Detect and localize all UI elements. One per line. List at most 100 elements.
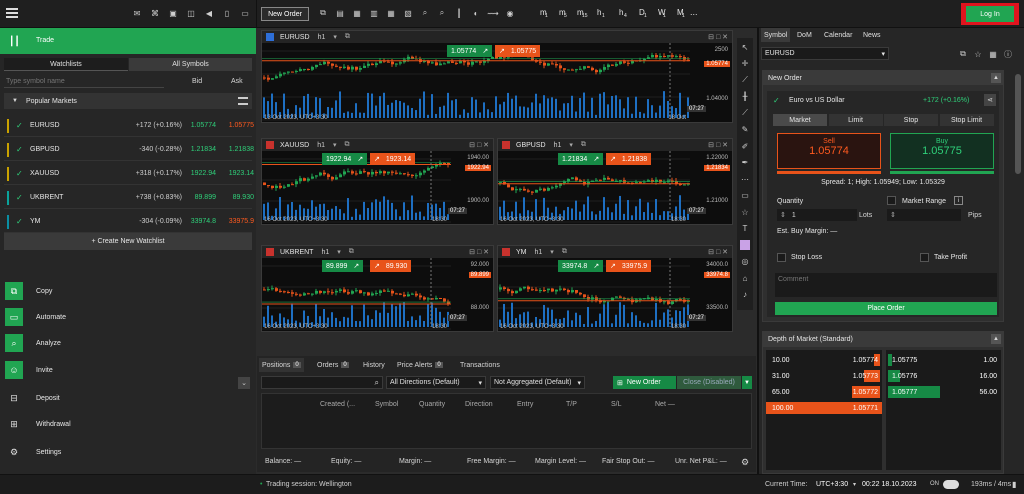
menu-item-automate[interactable]: ▭ Automate <box>0 304 256 330</box>
menu-item-settings[interactable]: ⚙ Settings <box>0 439 256 465</box>
close-dropdown-icon[interactable]: ▼ <box>742 376 752 389</box>
trade-tab[interactable]: ┃┃ Trade <box>0 28 256 54</box>
period-dropdown-icon[interactable]: ▾ <box>337 248 341 256</box>
zoom-out-icon[interactable]: ⌕ <box>437 8 447 18</box>
grid-4-icon[interactable]: ▧ <box>403 8 413 18</box>
row-bid[interactable]: 1922.94 <box>186 170 216 177</box>
tab-positions[interactable]: Positions 0 <box>259 358 304 372</box>
dom-sell-row[interactable]: 65.00 1.05772 <box>766 386 882 398</box>
menu-item-invite[interactable]: ☺ Invite <box>0 357 256 383</box>
info-icon[interactable]: ⓘ <box>1003 49 1013 59</box>
fib-icon[interactable]: ⋯ <box>740 174 750 184</box>
order-type-market[interactable]: Market <box>773 114 827 126</box>
column-header[interactable]: Entry <box>517 401 533 408</box>
menu-icon[interactable] <box>6 8 18 18</box>
chart-buy-button[interactable]: ↗ 1.21838 <box>606 153 652 165</box>
ruler-icon[interactable]: ╂ <box>740 92 750 102</box>
column-header[interactable]: Symbol <box>375 401 398 408</box>
timeframe-button[interactable]: h <box>619 8 623 17</box>
column-header[interactable]: Created (... <box>320 401 355 408</box>
chart-settings-icon[interactable]: ⧉ <box>345 33 350 41</box>
chart-sell-button[interactable]: 33974.8 ↗ <box>558 260 604 272</box>
timeframe-button[interactable]: h <box>597 8 601 17</box>
watchlist-row[interactable]: ✓ GBPUSD -340 (-0.28%) 1.21834 1.21838 <box>4 139 254 161</box>
tab-watchlists[interactable]: Watchlists <box>4 58 128 71</box>
chart-symbol[interactable]: XAUUSD <box>280 142 309 149</box>
tab-news[interactable]: News <box>860 28 884 42</box>
phone-icon[interactable]: ▯ <box>222 8 232 18</box>
row-bid[interactable]: 89.899 <box>186 194 216 201</box>
tab-orders[interactable]: Orders 0 <box>314 358 352 372</box>
alert-bell-icon[interactable]: ♪ <box>740 290 750 300</box>
chart-period[interactable]: h1 <box>321 249 329 256</box>
chart-symbol[interactable]: UKBRENT <box>280 249 313 256</box>
column-header[interactable]: T/P <box>566 401 577 408</box>
chart-window-controls-icon[interactable]: ⊟ □ ✕ <box>469 248 489 256</box>
line-icon[interactable]: ⟋ <box>740 108 750 118</box>
chart-buy-button[interactable]: ↗ 33975.9 <box>606 260 652 272</box>
share-icon[interactable]: ⋖ <box>984 94 996 106</box>
grid-layout-icon[interactable]: ▦ <box>352 8 362 18</box>
market-range-stepper[interactable]: ⇕ <box>887 209 961 221</box>
scrollbar[interactable] <box>1015 74 1021 174</box>
chart-buy-button[interactable]: ↗ 1923.14 <box>370 153 416 165</box>
positions-search-input[interactable]: ⌕ <box>261 376 383 389</box>
watchlist-row[interactable]: ✓ YM -304 (-0.09%) 33974.8 33975.9 <box>4 211 254 233</box>
row-ask[interactable]: 33975.9 <box>224 218 254 225</box>
order-type-limit[interactable]: Limit <box>828 114 883 126</box>
settings-gear-icon[interactable]: ⚙ <box>741 457 749 468</box>
market-range-info-icon[interactable]: i <box>954 196 963 205</box>
collapse-icon[interactable]: ▲ <box>991 73 1001 83</box>
chart-sell-button[interactable]: 1922.94 ↗ <box>322 153 368 165</box>
fullscreen-icon[interactable]: ▭ <box>240 8 250 18</box>
brush-icon[interactable]: ✐ <box>740 141 750 151</box>
chart-window-controls-icon[interactable]: ⊟ □ ✕ <box>708 248 728 256</box>
pointer-icon[interactable]: ↖ <box>740 42 750 52</box>
magnet-icon[interactable]: ◎ <box>740 257 750 267</box>
chart-settings-icon[interactable]: ⧉ <box>345 141 350 149</box>
zoom-in-icon[interactable]: ⌕ <box>420 8 430 18</box>
column-header[interactable]: Direction <box>465 401 493 408</box>
row-ask[interactable]: 89.930 <box>224 194 254 201</box>
aggregation-select[interactable]: Not Aggregated (Default) ▾ <box>490 376 585 389</box>
trendline-icon[interactable]: ⟋ <box>740 75 750 85</box>
create-watchlist-button[interactable]: + Create New Watchlist <box>4 233 252 250</box>
chart-buy-button[interactable]: ↗ 89.930 <box>370 260 412 272</box>
directions-select[interactable]: All Directions (Default) ▾ <box>386 376 486 389</box>
order-type-stop-limit[interactable]: Stop Limit <box>939 114 994 126</box>
grid-3-icon[interactable]: ▦ <box>386 8 396 18</box>
mail-icon[interactable]: ✉ <box>132 8 142 18</box>
star-icon[interactable]: ☆ <box>740 207 750 217</box>
login-button[interactable]: Log In <box>966 6 1014 22</box>
chart-settings-icon[interactable]: ⧉ <box>581 141 586 149</box>
buy-button[interactable]: Buy 1.05775 <box>890 133 994 169</box>
timezone-select[interactable]: UTC+3:30 <box>816 481 848 488</box>
dom-buy-row[interactable]: 1.05776 16.00 <box>886 370 1001 382</box>
column-header[interactable]: Net — <box>655 401 675 408</box>
watchlist-row[interactable]: ✓ XAUUSD +318 (+0.17%) 1922.94 1923.14 <box>4 163 254 185</box>
timeframe-icon[interactable]: ⟿ <box>487 8 498 18</box>
chart-xauusd[interactable]: XAUUSD h1 ▾ ⧉ ⊟ □ ✕ 1922.94 ↗ ↗ 1923.14 19… <box>261 138 494 225</box>
stop-loss-checkbox[interactable] <box>777 253 786 262</box>
collapse-icon[interactable]: ▲ <box>991 334 1001 344</box>
menu-item-analyze[interactable]: ⌕ Analyze <box>0 330 256 356</box>
toggle-switch[interactable] <box>943 480 959 489</box>
period-dropdown-icon[interactable]: ▾ <box>550 248 554 256</box>
text-icon[interactable]: T <box>740 224 750 234</box>
color-swatch-icon[interactable] <box>740 240 750 250</box>
grid-2-icon[interactable]: ▥ <box>369 8 379 18</box>
dom-buy-row[interactable]: 1.05777 56.00 <box>886 386 1001 398</box>
chart-symbol[interactable]: GBPUSD <box>516 142 546 149</box>
chart-symbol[interactable]: EURUSD <box>280 34 310 41</box>
tab-all-symbols[interactable]: All Symbols <box>129 58 252 71</box>
tab-price-alerts[interactable]: Price Alerts 0 <box>394 358 446 372</box>
row-ask[interactable]: 1923.14 <box>224 170 254 177</box>
watchlist-row[interactable]: ✓ UKBRENT +738 (+0.83%) 89.899 89.930 <box>4 187 254 209</box>
menu-item-withdrawal[interactable]: ⊞ Withdrawal <box>0 411 256 437</box>
chart-window-controls-icon[interactable]: ⊟ □ ✕ <box>708 141 728 149</box>
bag-icon[interactable]: ◫ <box>186 8 196 18</box>
order-type-stop[interactable]: Stop <box>884 114 938 126</box>
chart-settings-icon[interactable]: ⧉ <box>562 248 567 256</box>
tab-symbol[interactable]: Symbol <box>761 28 791 42</box>
chart-add-icon[interactable]: ⧉ <box>318 8 328 18</box>
